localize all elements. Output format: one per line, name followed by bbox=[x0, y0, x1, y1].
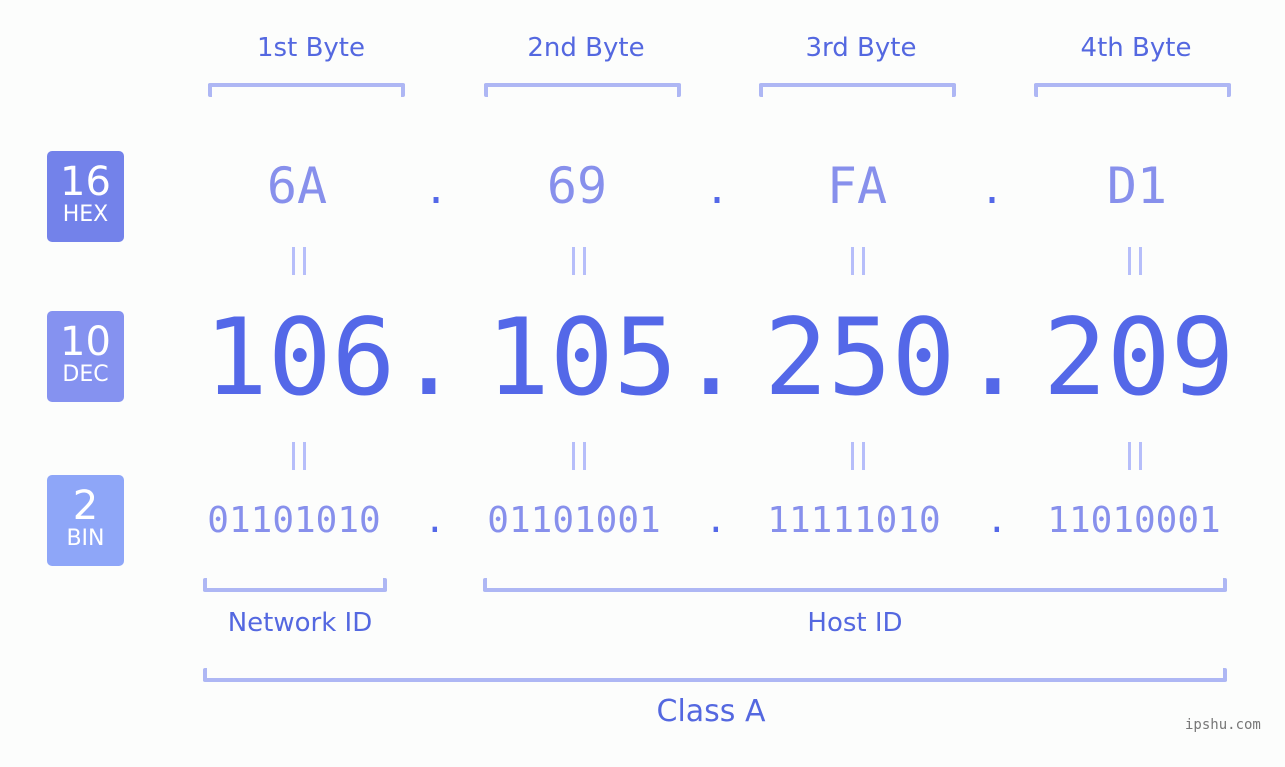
bin-separator-3: . bbox=[986, 500, 1008, 541]
host-id-label: Host ID bbox=[807, 608, 903, 638]
dec-octet-3: 250 bbox=[764, 296, 956, 419]
host-id-bracket bbox=[483, 578, 1227, 592]
dec-separator-1: . bbox=[397, 296, 461, 419]
dec-separator-2: . bbox=[679, 296, 743, 419]
byte-label-4: 4th Byte bbox=[1080, 33, 1192, 63]
class-label: Class A bbox=[656, 694, 766, 729]
hex-base-number: 16 bbox=[60, 159, 111, 205]
byte-label-3: 3rd Byte bbox=[805, 33, 917, 63]
bin-octet-2: 01101001 bbox=[487, 500, 661, 541]
dec-badge: 10 DEC bbox=[47, 311, 124, 402]
equals-icon bbox=[1128, 247, 1142, 275]
hex-base-label: HEX bbox=[62, 202, 109, 227]
hex-separator-1: . bbox=[424, 167, 449, 213]
dec-octet-2: 105 bbox=[486, 296, 678, 419]
equals-icon bbox=[572, 442, 586, 470]
dec-base-number: 10 bbox=[60, 319, 111, 365]
bin-badge: 2 BIN bbox=[47, 475, 124, 566]
dec-separator-3: . bbox=[961, 296, 1025, 419]
hex-separator-3: . bbox=[980, 167, 1005, 213]
equals-icon bbox=[851, 442, 865, 470]
class-bracket bbox=[203, 668, 1227, 682]
dec-octet-4: 209 bbox=[1043, 296, 1235, 419]
bin-octet-3: 11111010 bbox=[767, 500, 941, 541]
byte-label-1: 1st Byte bbox=[257, 33, 365, 63]
network-id-label: Network ID bbox=[227, 608, 373, 638]
hex-separator-2: . bbox=[705, 167, 730, 213]
bin-separator-2: . bbox=[705, 500, 727, 541]
equals-icon bbox=[851, 247, 865, 275]
bin-octet-4: 11010001 bbox=[1047, 500, 1221, 541]
dec-octet-1: 106 bbox=[204, 296, 396, 419]
hex-octet-3: FA bbox=[826, 157, 888, 215]
bin-base-label: BIN bbox=[66, 526, 105, 551]
hex-octet-1: 6A bbox=[266, 157, 328, 215]
equals-icon bbox=[292, 247, 306, 275]
hex-octet-4: D1 bbox=[1106, 157, 1168, 215]
network-id-bracket bbox=[203, 578, 387, 592]
equals-icon bbox=[1128, 442, 1142, 470]
byte-bracket-1 bbox=[208, 83, 405, 97]
hex-octet-2: 69 bbox=[546, 157, 608, 215]
equals-icon bbox=[572, 247, 586, 275]
equals-icon bbox=[292, 442, 306, 470]
bin-base-number: 2 bbox=[72, 483, 99, 529]
byte-label-2: 2nd Byte bbox=[527, 33, 645, 63]
byte-bracket-4 bbox=[1034, 83, 1231, 97]
watermark: ipshu.com bbox=[1185, 717, 1261, 733]
hex-badge: 16 HEX bbox=[47, 151, 124, 242]
bin-separator-1: . bbox=[424, 500, 446, 541]
bin-octet-1: 01101010 bbox=[207, 500, 381, 541]
byte-bracket-2 bbox=[484, 83, 681, 97]
dec-base-label: DEC bbox=[62, 362, 109, 387]
byte-bracket-3 bbox=[759, 83, 956, 97]
